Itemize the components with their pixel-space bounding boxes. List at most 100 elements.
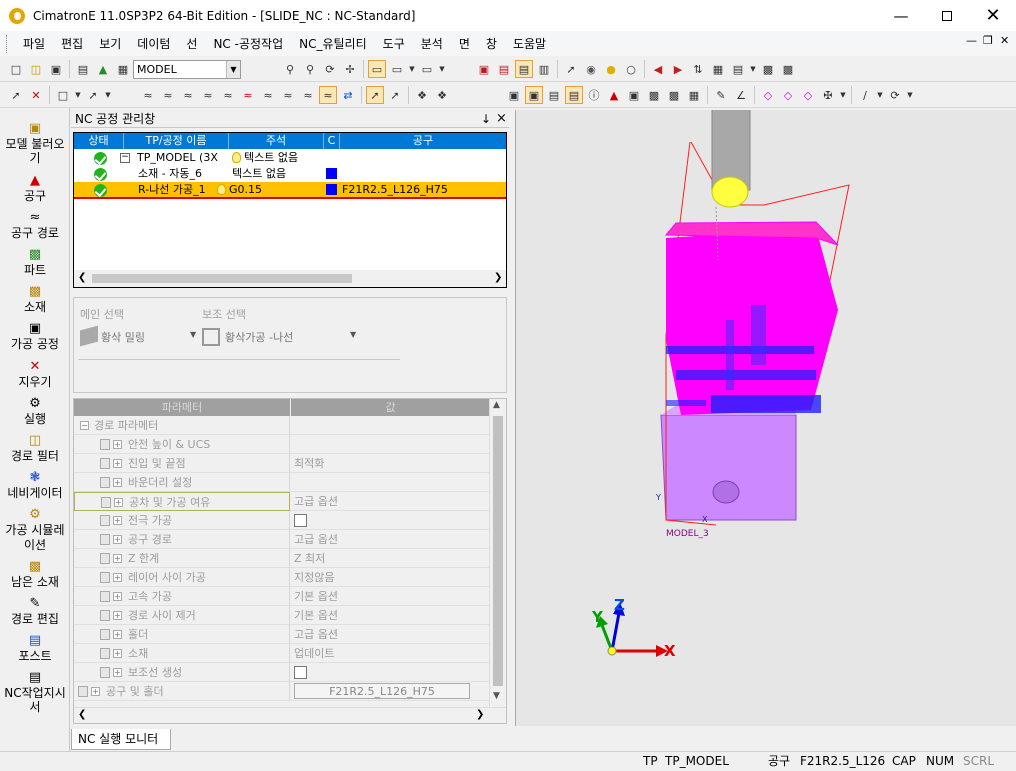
tree-row[interactable]: − TP_MODEL (3X 텍스트 없음 (74, 150, 506, 166)
new-file-icon[interactable]: □ (7, 60, 25, 78)
graphics-viewport[interactable]: Y X MODEL_3 X Z Y (515, 107, 1016, 726)
curve-4-icon[interactable]: ≈ (199, 86, 217, 104)
save-icon[interactable]: ▣ (47, 60, 65, 78)
menu-datum[interactable]: 데이텀 (129, 35, 178, 52)
filter-sel-icon[interactable]: ➚ (366, 86, 384, 104)
close-button[interactable]: ✕ (970, 0, 1016, 31)
curve-5-icon[interactable]: ≈ (219, 86, 237, 104)
col-tool[interactable]: 공구 (340, 133, 506, 149)
model-combo[interactable]: MODEL ▼ (133, 59, 241, 79)
transfer-icon[interactable]: ⇄ (339, 86, 357, 104)
curve-selected-icon[interactable]: ≈ (319, 86, 337, 104)
axis-icon[interactable]: ✠ (819, 86, 837, 104)
scroll-left-icon[interactable]: ❮ (78, 272, 86, 283)
bulb-off-icon[interactable]: ○ (622, 60, 640, 78)
param-row[interactable]: + 고속 가공 기본 옵션 (74, 587, 490, 606)
param-row[interactable]: + 진입 및 끝점 최적화 (74, 454, 490, 473)
sub-selection-dropdown[interactable]: 황삭가공 -나선 ▼ (202, 326, 358, 348)
guide-machine-simulation[interactable]: ⚙ 가공 시뮬레이션 (0, 508, 70, 553)
expand-icon[interactable]: + (91, 687, 100, 696)
curve-2-icon[interactable]: ≈ (159, 86, 177, 104)
render-icon[interactable]: ▤ (729, 60, 747, 78)
guide-post[interactable]: ▤ 포스트 (0, 634, 70, 664)
marker-2-icon[interactable]: ❖ (433, 86, 451, 104)
curve-icon[interactable]: ≈ (139, 86, 157, 104)
view-rotate-dropdown-icon[interactable]: ▼ (906, 86, 914, 104)
render-dropdown-icon[interactable]: ▼ (749, 60, 757, 78)
display-icon[interactable]: ▦ (114, 60, 132, 78)
scroll-up-icon[interactable]: ▲ (493, 400, 500, 410)
guide-tool[interactable]: ▲ 공구 (0, 174, 70, 204)
expand-icon[interactable]: + (113, 649, 122, 658)
light-icon[interactable]: ◉ (582, 60, 600, 78)
highlight-icon[interactable]: ▤ (515, 60, 533, 78)
param-row[interactable]: + 전극 가공 (74, 511, 490, 530)
select-tool-icon[interactable]: ➚ (7, 86, 25, 104)
bulb-on-icon[interactable]: ● (602, 60, 620, 78)
edit-icon[interactable]: ✎ (712, 86, 730, 104)
grid-icon[interactable]: ▦ (709, 60, 727, 78)
scroll-right-icon[interactable]: ❯ (476, 709, 484, 720)
guide-toolpath[interactable]: ≈ 공구 경로 (0, 211, 70, 241)
param-vscrollbar[interactable]: ▲ ▼ (489, 399, 506, 707)
nc-tool-2-icon[interactable]: ▣ (525, 86, 543, 104)
expand-icon[interactable]: + (113, 668, 122, 677)
expand-icon[interactable]: + (113, 516, 122, 525)
menu-window[interactable]: 창 (478, 35, 505, 52)
guide-nc-setup-sheet[interactable]: ▤ NC작업지시서 (0, 671, 70, 715)
col-name[interactable]: TP/공정 이름 (124, 133, 229, 149)
menu-help[interactable]: 도움말 (505, 35, 554, 52)
surface-2-icon[interactable]: ◇ (779, 86, 797, 104)
guide-procedure[interactable]: ▣ 가공 공정 (0, 322, 70, 352)
expand-icon[interactable]: + (113, 440, 122, 449)
maximize-button[interactable] (924, 0, 970, 31)
expand-icon[interactable]: + (113, 554, 122, 563)
surface-icon[interactable]: ◇ (759, 86, 777, 104)
expand-icon[interactable]: + (113, 611, 122, 620)
path-icon[interactable]: ∠ (732, 86, 750, 104)
tree-hscrollbar[interactable]: ❮ ❯ (74, 270, 506, 287)
guide-part[interactable]: ▩ 파트 (0, 248, 70, 278)
menu-nc-process[interactable]: NC -공정작업 (205, 35, 291, 52)
arrow-dropdown-icon[interactable]: ▼ (104, 86, 112, 104)
scroll-right-icon[interactable]: ❯ (494, 272, 502, 283)
menu-tools[interactable]: 도구 (375, 35, 413, 52)
guide-remaining-stock[interactable]: ▩ 남은 소재 (0, 560, 70, 590)
expand-icon[interactable]: + (113, 630, 122, 639)
menu-line[interactable]: 선 (178, 35, 205, 52)
guide-delete[interactable]: ✕ 지우기 (0, 360, 70, 390)
nc-tool-1-icon[interactable]: ▣ (505, 86, 523, 104)
col-note[interactable]: 주석 (229, 133, 324, 149)
nc-tool-5-icon[interactable]: ▲ (605, 86, 623, 104)
param-row[interactable]: + 바운더리 설정 (74, 473, 490, 492)
view-box-icon[interactable]: ▭ (368, 60, 386, 78)
col-status[interactable]: 상태 (74, 133, 124, 149)
scroll-down-icon[interactable]: ▼ (493, 691, 500, 701)
param-hscrollbar[interactable]: ❮ ❯ (74, 707, 506, 723)
param-row[interactable]: + 안전 높이 & UCS (74, 435, 490, 454)
pick-mode-icon[interactable]: □ (54, 86, 72, 104)
param-row[interactable]: + 공구 및 홀더 F21R2.5_L126_H75 (74, 682, 490, 701)
curve-6-icon[interactable]: ≈ (239, 86, 257, 104)
model-canvas[interactable]: Y X MODEL_3 X Z Y (516, 107, 1016, 726)
model-tree-icon[interactable]: ▲ (94, 60, 112, 78)
menu-view[interactable]: 보기 (91, 35, 129, 52)
nc-tool-7-icon[interactable]: ▩ (645, 86, 663, 104)
pin-icon[interactable]: ↓ (481, 110, 491, 128)
curve-3-icon[interactable]: ≈ (179, 86, 197, 104)
tree-row[interactable]: 소재 - 자동_6 텍스트 없음 (74, 166, 506, 182)
boxes-icon[interactable]: ▩ (779, 60, 797, 78)
mdi-restore-button[interactable]: ❐ (983, 34, 993, 47)
guide-path-filter[interactable]: ◫ 경로 필터 (0, 434, 70, 464)
param-row[interactable]: − 경로 파라메터 (74, 416, 490, 435)
axis-dropdown-icon[interactable]: ▼ (839, 86, 847, 104)
info-icon[interactable]: ⓘ (585, 86, 603, 104)
curve-7-icon[interactable]: ≈ (259, 86, 277, 104)
expand-icon[interactable]: + (113, 592, 122, 601)
scroll-thumb[interactable] (92, 274, 352, 283)
param-row[interactable]: + 공구 경로 고급 옵션 (74, 530, 490, 549)
expand-icon[interactable]: + (113, 573, 122, 582)
marker-icon[interactable]: ❖ (413, 86, 431, 104)
pan-icon[interactable]: ✢ (341, 60, 359, 78)
tab-nc-execution-monitor[interactable]: NC 실행 모니터 (71, 729, 171, 750)
